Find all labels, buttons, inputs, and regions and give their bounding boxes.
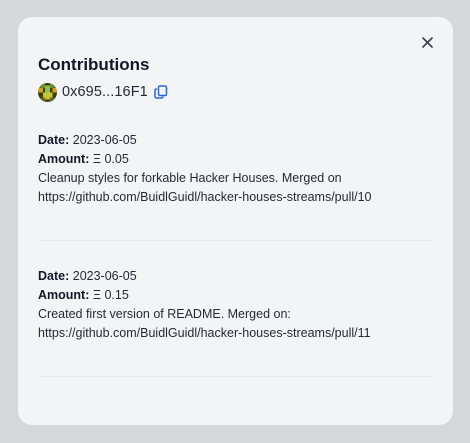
amount-label: Amount: <box>38 152 90 166</box>
divider <box>38 240 433 241</box>
date-value: 2023-06-05 <box>72 133 137 147</box>
date-label: Date: <box>38 133 70 147</box>
divider <box>38 376 433 377</box>
date-label: Date: <box>38 269 70 283</box>
contribution-description: Cleanup styles for forkable Hacker House… <box>38 171 342 185</box>
contribution-date: Date: 2023-06-05 <box>38 267 433 286</box>
contribution-link: https://github.com/BuidlGuidl/hacker-hou… <box>38 190 372 204</box>
contribution-item: Date: 2023-06-05 Amount: Ξ 0.05 Cleanup … <box>38 131 433 207</box>
close-button[interactable] <box>418 33 436 51</box>
close-icon <box>421 36 433 48</box>
copy-icon <box>154 85 168 99</box>
wallet-address: 0x695...16F1 <box>62 84 148 100</box>
avatar <box>38 82 57 102</box>
date-value: 2023-06-05 <box>72 269 137 283</box>
contribution-date: Date: 2023-06-05 <box>38 131 433 150</box>
amount-value: Ξ 0.15 <box>92 288 129 302</box>
contribution-amount: Amount: Ξ 0.15 <box>38 286 433 305</box>
amount-label: Amount: <box>38 288 90 302</box>
contribution-link: https://github.com/BuidlGuidl/hacker-hou… <box>38 326 371 340</box>
contribution-description: Created first version of README. Merged … <box>38 307 291 321</box>
contribution-item: Date: 2023-06-05 Amount: Ξ 0.15 Created … <box>38 267 433 343</box>
address-row: 0x695...16F1 <box>38 82 168 102</box>
amount-value: Ξ 0.05 <box>92 152 129 166</box>
contributions-modal: Contributions 0x695...16F1 Date: 2023-06… <box>18 17 453 425</box>
modal-title: Contributions <box>38 55 150 74</box>
copy-address-button[interactable] <box>154 85 168 99</box>
contribution-amount: Amount: Ξ 0.05 <box>38 150 433 169</box>
